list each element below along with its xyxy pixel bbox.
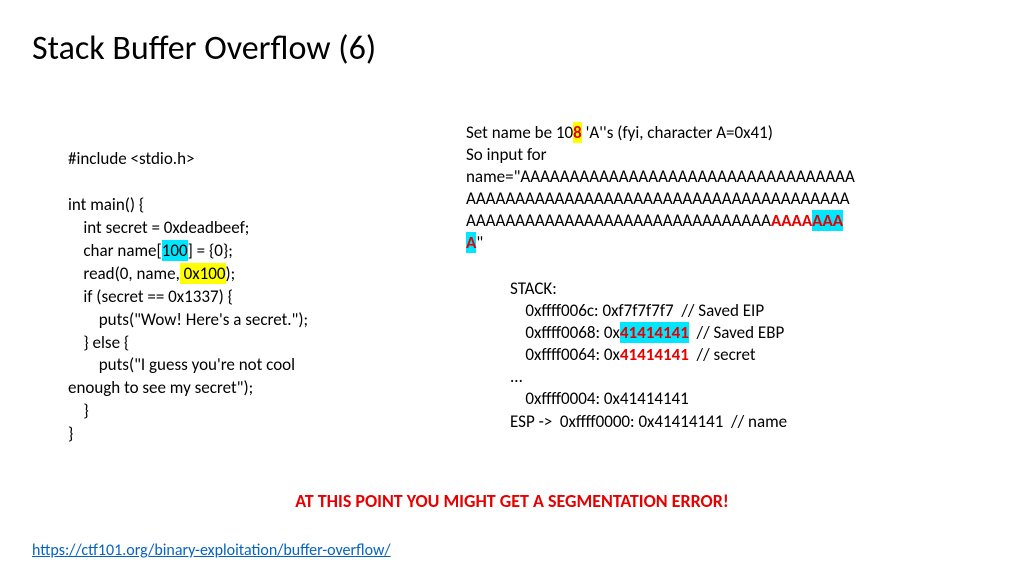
overflow-ebp: A <box>466 232 476 253</box>
code-line: int secret = 0xdeadbeef; <box>68 217 249 238</box>
code-line: enough to see my secret"); <box>68 377 253 398</box>
slide-title: Stack Buffer Overflow (6) <box>32 28 376 69</box>
code-line: puts("I guess you're not cool <box>68 354 295 375</box>
source-code: #include <stdio.h> int main() { int secr… <box>68 148 308 446</box>
code-line: #include <stdio.h> <box>68 148 194 169</box>
code-line: } else { <box>68 332 129 353</box>
segfault-warning: AT THIS POINT YOU MIGHT GET A SEGMENTATI… <box>0 490 1024 512</box>
code-line: int main() { <box>68 194 144 215</box>
text: AAAAAAAAAAAAAAAAAAAAAAAAAAAAAAAAAAAAAAA <box>466 188 850 209</box>
code-line: ] = {0}; <box>188 240 233 261</box>
text: " <box>476 232 483 253</box>
code-line: } <box>68 400 89 421</box>
stack-row: ESP -> 0xffff0000: 0x41414141 // name <box>510 411 787 432</box>
stack-row: 0xffff0068: 0x <box>510 322 620 343</box>
code-line: read(0, name, <box>68 263 180 284</box>
code-line: if (secret == 0x1337) { <box>68 286 233 307</box>
text: Set name be 10 <box>466 122 573 143</box>
stack-dump: STACK: 0xffff006c: 0xf7f7f7f7 // Saved E… <box>510 278 980 433</box>
code-line: ); <box>226 263 236 284</box>
read-size-highlight: 0x100 <box>180 263 226 284</box>
stack-ellipsis: ... <box>510 366 523 387</box>
code-line: puts("Wow! Here's a secret."); <box>68 309 308 330</box>
text: So input for <box>466 144 547 165</box>
stack-row: 0xffff0064: 0x <box>510 344 620 365</box>
text: AAAAAAAAAAAAAAAAAAAAAAAAAAAAAAA <box>466 210 771 231</box>
stack-row: 0xffff0004: 0x41414141 <box>510 388 689 409</box>
overflow-ebp: AAA <box>812 210 843 231</box>
reference-link[interactable]: https://ctf101.org/binary-exploitation/b… <box>32 541 391 560</box>
stack-header: STACK: <box>510 278 557 299</box>
text: 'A''s (fyi, character A=0x41) <box>582 122 773 143</box>
stack-row: // secret <box>689 344 756 365</box>
overflow-secret: AAAA <box>771 210 812 231</box>
overwritten-secret: 41414141 <box>620 344 689 365</box>
explanation-text: Set name be 108 'A''s (fyi, character A=… <box>466 122 986 255</box>
overwritten-ebp: 41414141 <box>620 322 689 343</box>
buffer-size-highlight: 100 <box>162 240 188 261</box>
code-line: char name[ <box>68 240 162 261</box>
text: name="AAAAAAAAAAAAAAAAAAAAAAAAAAAAAAAAAA <box>466 166 855 187</box>
stack-row: 0xffff006c: 0xf7f7f7f7 // Saved EIP <box>510 300 764 321</box>
count-highlight: 8 <box>573 122 582 143</box>
stack-row: // Saved EBP <box>689 322 784 343</box>
code-line: } <box>68 423 73 444</box>
